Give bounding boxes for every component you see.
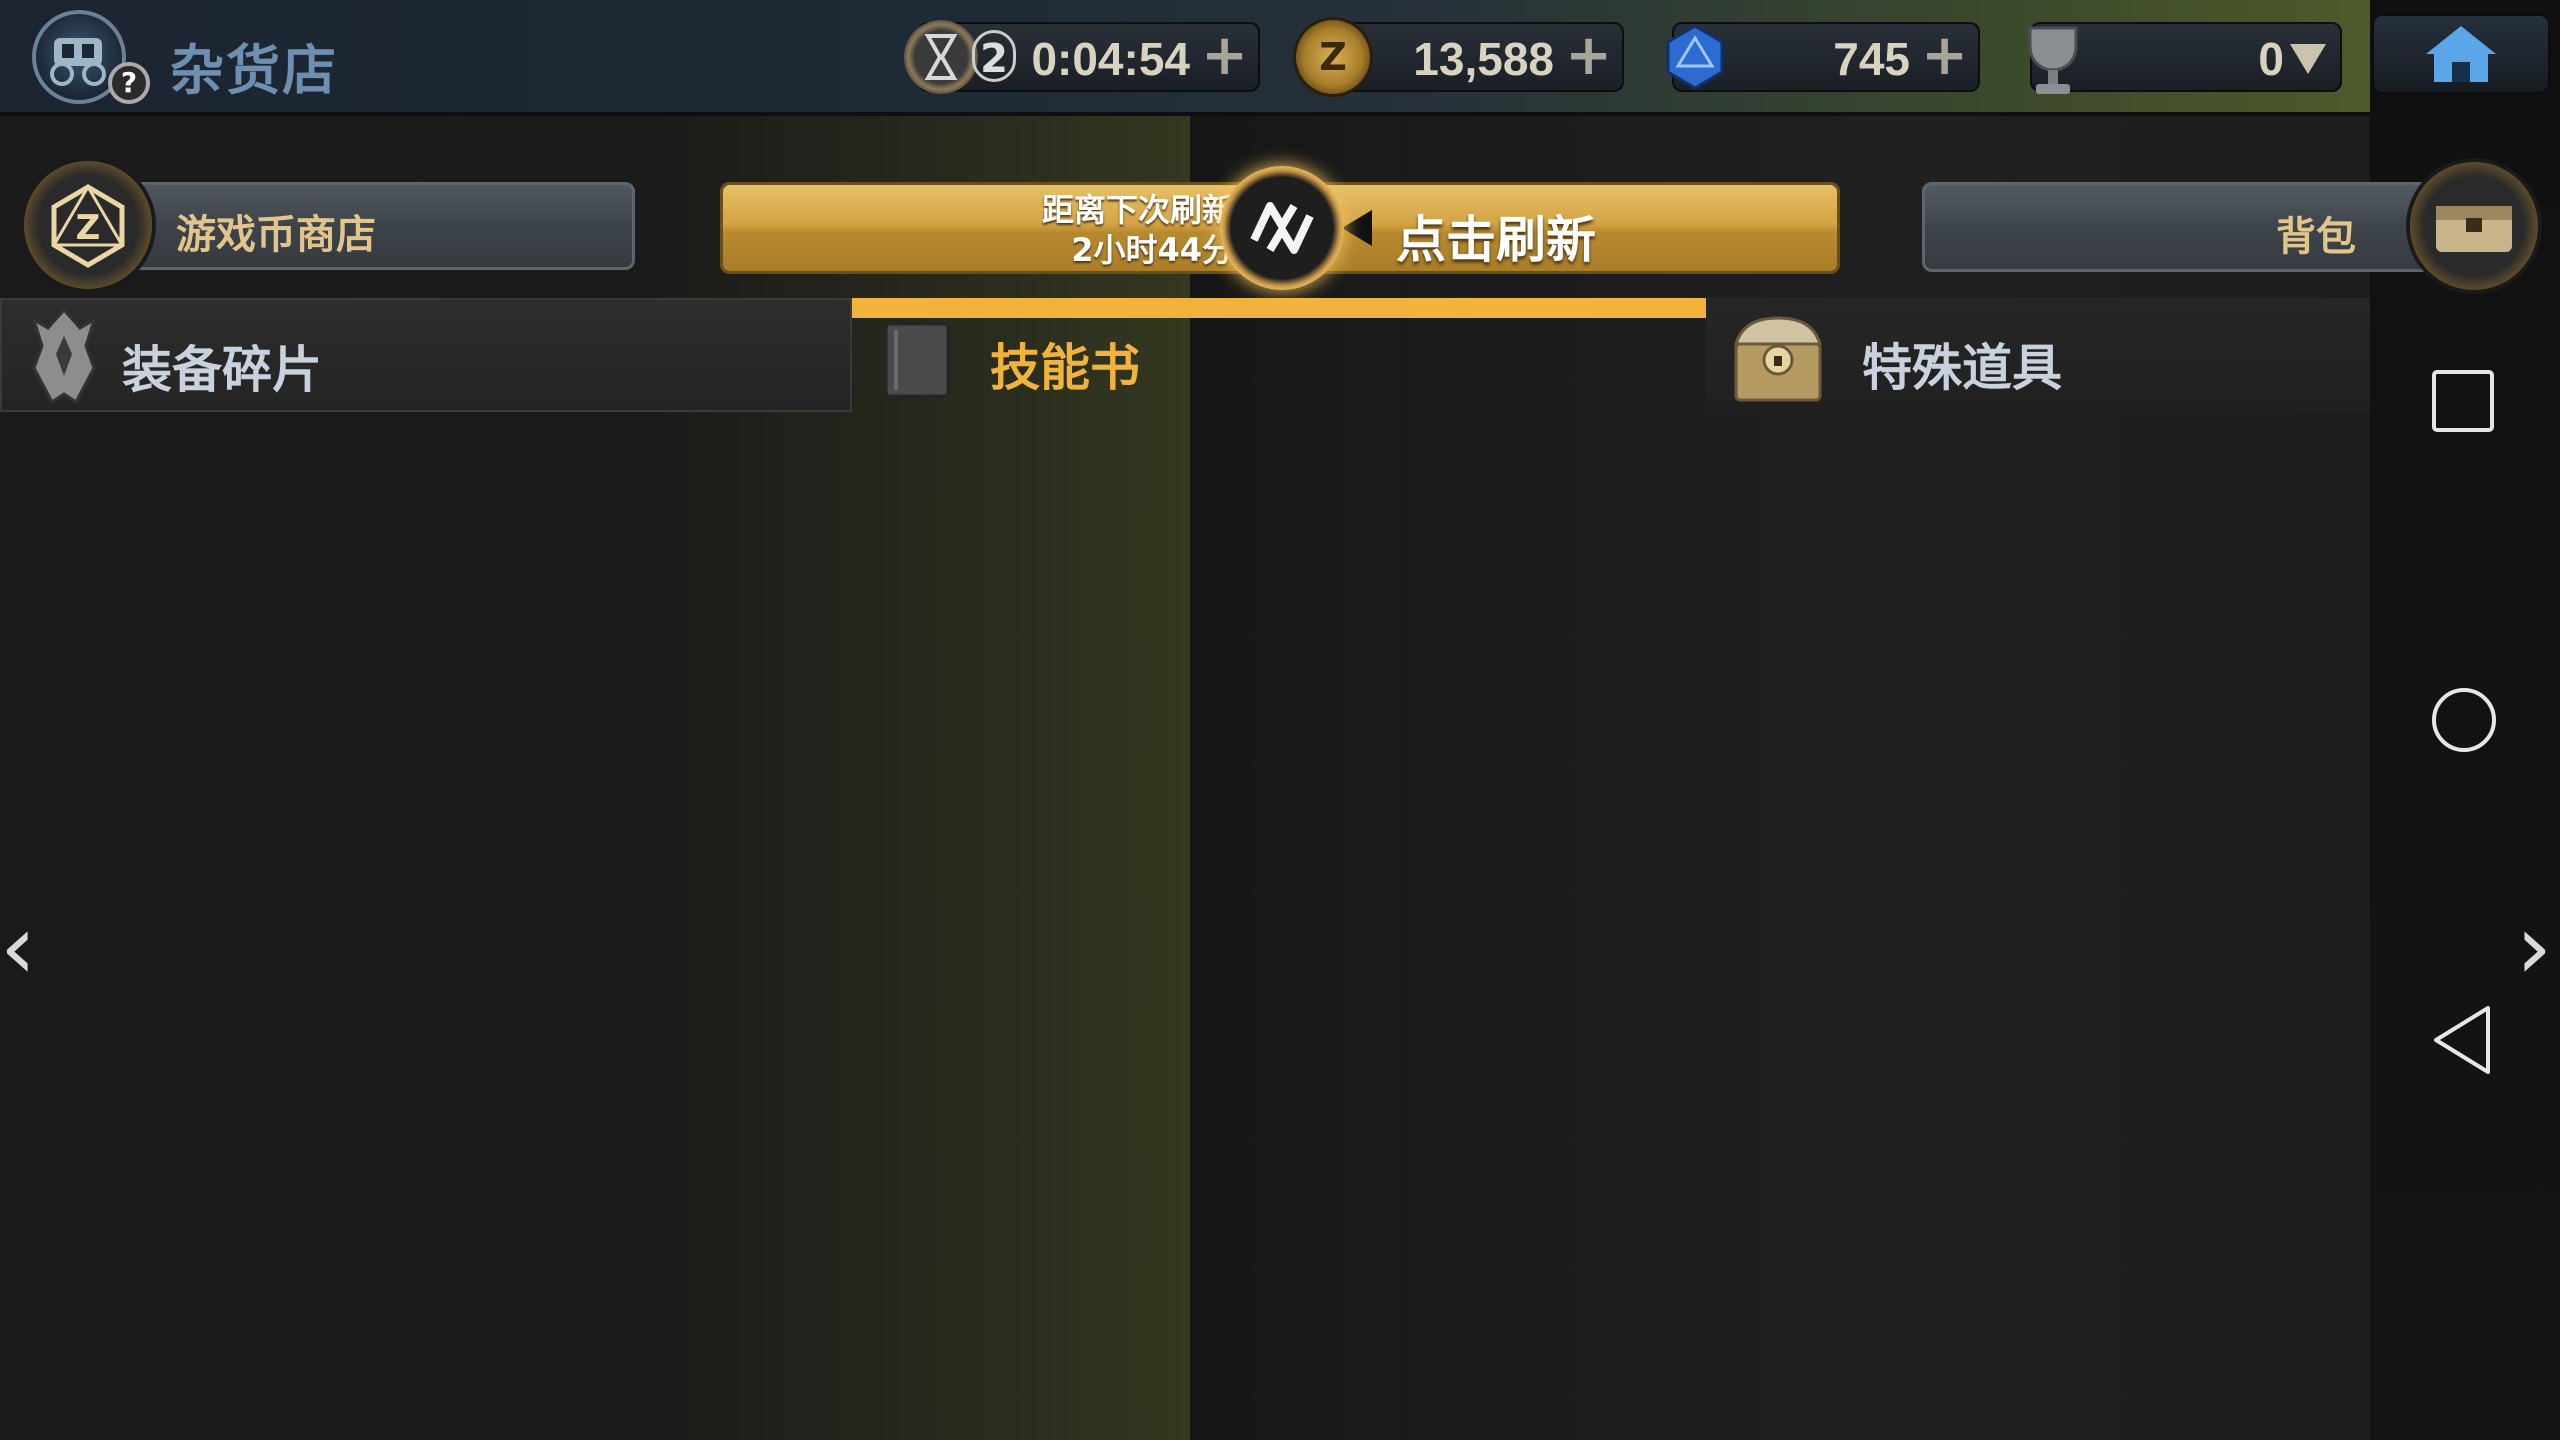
next-refresh-countdown: 距离下次刷新 2小时44分 <box>938 190 1234 270</box>
top-bar: ? 杂货店 2 0:04:54 + Z 13,588 + 745 + 0 <box>0 0 2370 116</box>
svg-text:Z: Z <box>76 208 101 248</box>
refresh-button-label: 点击刷新 <box>1396 211 1596 269</box>
refresh-icon[interactable] <box>1220 166 1344 290</box>
bag-icon[interactable] <box>2410 162 2538 290</box>
special-chest-icon <box>1733 316 1823 402</box>
resource-gems: 745 + <box>1666 22 1980 92</box>
add-gold-button[interactable]: + <box>1565 28 1612 84</box>
trophy-dropdown-icon[interactable] <box>2290 44 2326 74</box>
trophy-icon <box>2016 20 2090 94</box>
system-back-button[interactable] <box>2430 1002 2496 1082</box>
triangle-back-icon <box>2434 1006 2490 1074</box>
coin-shop-button[interactable]: 游戏币商店 <box>120 182 635 270</box>
next-refresh-label: 距离下次刷新 <box>1041 191 1234 229</box>
circle-icon <box>2432 688 2496 752</box>
gold-coin-icon: Z <box>1296 20 1370 94</box>
resource-gold: Z 13,588 + <box>1296 20 1624 94</box>
tab-special-items[interactable]: 特殊道具 <box>1706 298 2370 412</box>
tab-skill-books-label: 技能书 <box>990 339 1140 397</box>
armor-shard-icon <box>31 307 97 405</box>
svg-text:Z: Z <box>1319 35 1347 79</box>
gold-value: 13,588 <box>1413 33 1554 85</box>
help-icon[interactable]: ? <box>108 62 150 104</box>
bag-label: 背包 <box>2276 214 2356 260</box>
gem-value: 745 <box>1833 33 1910 85</box>
tab-skill-books[interactable]: 技能书 <box>852 298 1706 412</box>
trophy-value: 0 <box>2258 33 2284 85</box>
next-refresh-time: 2小时44分 <box>1071 231 1234 269</box>
page-title: 杂货店 <box>170 39 338 102</box>
system-home-button[interactable] <box>2430 686 2498 758</box>
home-icon <box>2426 26 2496 82</box>
timer-badge: 2 <box>972 30 1016 82</box>
square-icon <box>2432 370 2494 432</box>
next-page-arrow[interactable]: › <box>2516 895 2552 1000</box>
coin-shop-icon[interactable]: Z <box>24 161 152 289</box>
tab-equipment-fragments-label: 装备碎片 <box>122 341 322 399</box>
home-button[interactable] <box>2372 14 2550 94</box>
bag-button[interactable]: 背包 <box>1922 182 2442 272</box>
add-gems-button[interactable]: + <box>1921 28 1968 84</box>
skill-book-icon <box>884 322 950 398</box>
tab-equipment-fragments[interactable]: 装备碎片 <box>0 298 852 412</box>
blue-gem-icon <box>1658 20 1732 94</box>
arrow-left-icon <box>1342 210 1372 246</box>
timer-value: 0:04:54 <box>1031 33 1190 85</box>
hourglass-icon <box>904 20 978 94</box>
tab-special-items-label: 特殊道具 <box>1862 339 2062 397</box>
resource-timer: 2 0:04:54 + <box>904 20 1260 94</box>
add-stamina-button[interactable]: + <box>1201 28 1248 84</box>
coin-shop-label: 游戏币商店 <box>176 212 376 258</box>
resource-trophy: 0 <box>2028 22 2342 94</box>
recent-apps-button[interactable] <box>2430 368 2496 438</box>
prev-page-arrow[interactable]: ‹ <box>0 895 36 1000</box>
